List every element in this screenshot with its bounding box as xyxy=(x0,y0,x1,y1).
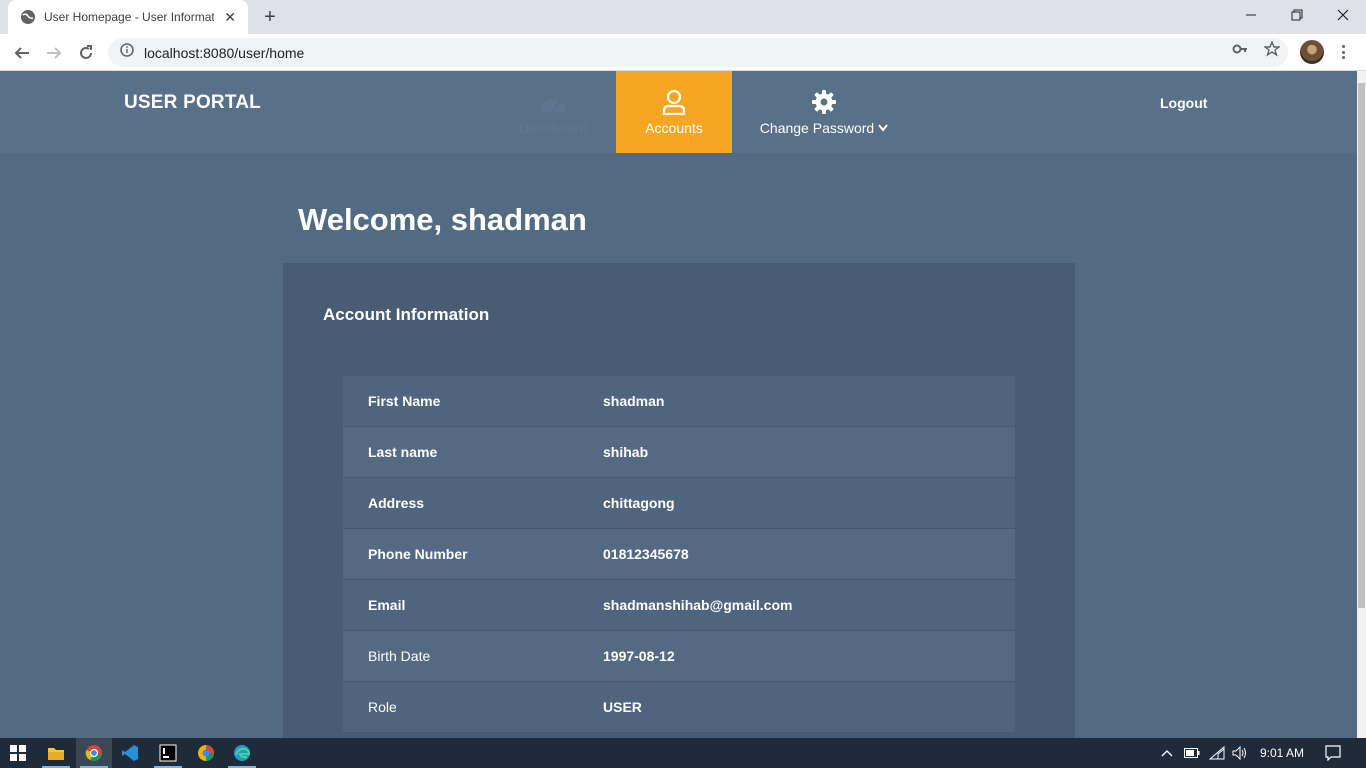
row-value: USER xyxy=(603,699,642,715)
chrome-alt-icon[interactable] xyxy=(188,738,224,768)
row-label: Email xyxy=(368,597,406,613)
table-row: First Name shadman xyxy=(343,376,1015,427)
browser-menu-icon[interactable] xyxy=(1336,42,1350,62)
row-label: Last name xyxy=(368,444,438,460)
table-row: Email shadmanshihab@gmail.com xyxy=(343,580,1015,631)
key-icon[interactable] xyxy=(1230,39,1250,59)
nav-dashboard-label: Dashboard xyxy=(518,120,588,136)
dashboard-gauge-icon xyxy=(538,88,568,116)
page-viewport: USER PORTAL Dashboard Accounts Change Pa… xyxy=(0,71,1357,738)
browser-toolbar: localhost:8080/user/home xyxy=(0,34,1366,71)
url-text: localhost:8080/user/home xyxy=(144,44,305,61)
close-window-icon[interactable] xyxy=(1320,0,1366,30)
gear-icon xyxy=(811,88,837,116)
row-value: 1997-08-12 xyxy=(603,648,675,664)
star-icon[interactable] xyxy=(1262,39,1282,59)
logout-link[interactable]: Logout xyxy=(1160,95,1207,111)
tray-chevron-up-icon[interactable] xyxy=(1158,738,1176,768)
account-info-card: Account Information First Name shadman L… xyxy=(283,263,1075,738)
info-icon[interactable] xyxy=(120,43,134,62)
file-explorer-icon[interactable] xyxy=(38,738,74,768)
table-row: Address chittagong xyxy=(343,478,1015,529)
row-value: 01812345678 xyxy=(603,546,689,562)
back-arrow-icon[interactable] xyxy=(8,39,36,67)
row-label: Address xyxy=(368,495,425,511)
profile-avatar[interactable] xyxy=(1300,40,1324,64)
windows-start-icon[interactable] xyxy=(0,738,36,768)
nav-accounts[interactable]: Accounts xyxy=(616,71,732,153)
intellij-icon[interactable] xyxy=(150,738,186,768)
notification-center-icon[interactable] xyxy=(1322,738,1344,768)
account-info-table: First Name shadman Last name shihab Addr… xyxy=(343,376,1015,733)
card-title: Account Information xyxy=(323,305,490,324)
welcome-heading: Welcome, shadman xyxy=(298,202,587,237)
nav-accounts-label: Accounts xyxy=(645,120,703,136)
restore-icon[interactable] xyxy=(1274,0,1320,30)
globe-icon xyxy=(20,9,36,25)
row-value: shadmanshihab@gmail.com xyxy=(603,597,793,613)
minimize-icon[interactable] xyxy=(1228,0,1274,30)
chevron-down-icon xyxy=(878,124,888,132)
table-row: Role USER xyxy=(343,682,1015,733)
wifi-icon[interactable] xyxy=(1207,738,1227,768)
scrollbar-thumb[interactable] xyxy=(1358,83,1365,608)
row-label: Role xyxy=(368,699,397,715)
nav-dashboard[interactable]: Dashboard xyxy=(505,71,601,153)
tab-title: User Homepage - User Informati xyxy=(44,10,215,24)
nav-change-password-label: Change Password xyxy=(759,120,875,136)
row-label: First Name xyxy=(368,393,441,409)
volume-icon[interactable] xyxy=(1230,738,1250,768)
table-row: Birth Date 1997-08-12 xyxy=(343,631,1015,682)
table-row: Last name shihab xyxy=(343,427,1015,478)
vscode-icon[interactable] xyxy=(112,738,148,768)
row-value: chittagong xyxy=(603,495,675,511)
reload-icon[interactable] xyxy=(72,39,100,67)
new-tab-icon[interactable]: + xyxy=(258,6,282,28)
page-scrollbar[interactable] xyxy=(1357,71,1366,738)
taskbar-clock[interactable]: 9:01 AM xyxy=(1254,738,1310,768)
windows-taskbar: 9:01 AM xyxy=(0,738,1366,768)
nav-change-password[interactable]: Change Password xyxy=(744,71,904,153)
row-label: Birth Date xyxy=(368,648,431,664)
row-value: shadman xyxy=(603,393,665,409)
user-icon xyxy=(662,88,686,116)
row-label: Phone Number xyxy=(368,546,468,562)
brand-title[interactable]: USER PORTAL xyxy=(124,92,261,114)
address-bar[interactable]: localhost:8080/user/home xyxy=(108,38,1288,67)
close-tab-icon[interactable]: ✕ xyxy=(222,9,238,25)
top-navbar: USER PORTAL Dashboard Accounts Change Pa… xyxy=(0,71,1357,153)
edge-icon[interactable] xyxy=(224,738,260,768)
table-row: Phone Number 01812345678 xyxy=(343,529,1015,580)
row-value: shihab xyxy=(603,444,649,460)
battery-icon[interactable] xyxy=(1182,738,1202,768)
browser-tab[interactable]: User Homepage - User Informati ✕ xyxy=(8,0,248,34)
browser-tab-strip: User Homepage - User Informati ✕ + xyxy=(0,0,1366,34)
forward-arrow-icon[interactable] xyxy=(40,39,68,67)
chrome-taskbar-icon[interactable] xyxy=(76,738,112,768)
